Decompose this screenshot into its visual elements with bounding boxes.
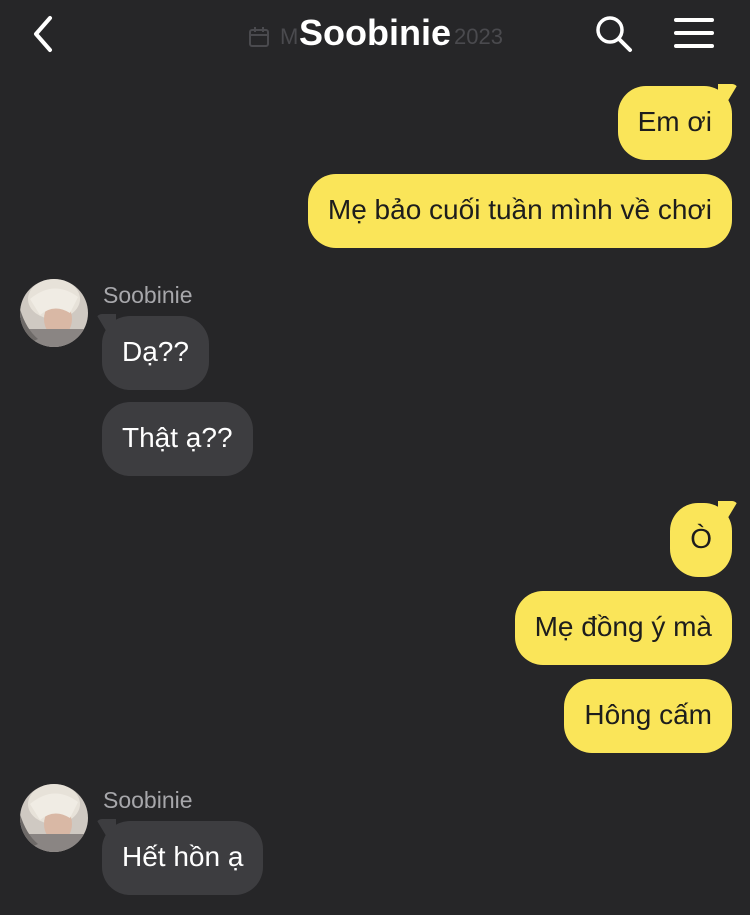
chat-header: M 2023 Soobinie [0, 0, 750, 70]
avatar[interactable] [20, 279, 88, 347]
menu-button[interactable] [672, 16, 716, 50]
chat-title: Soobinie [299, 12, 451, 53]
search-icon [596, 16, 632, 52]
sender-name: Soobinie [103, 787, 193, 813]
search-button[interactable] [594, 14, 634, 54]
menu-icon [674, 18, 714, 48]
avatar-image [20, 279, 88, 347]
avatar[interactable] [20, 784, 88, 852]
avatar-image [20, 784, 88, 852]
message-bubble-outgoing[interactable]: Hông cấm [564, 679, 732, 753]
message-bubble-outgoing[interactable]: Ò [670, 503, 732, 577]
message-bubble-outgoing[interactable]: Em ơi [617, 86, 732, 160]
message-bubble-incoming[interactable]: Dạ?? [102, 316, 209, 390]
message-bubble-incoming[interactable]: Hết hồn ạ [102, 821, 264, 895]
message-bubble-outgoing[interactable]: Mẹ đồng ý mà [514, 591, 732, 665]
sender-name: Soobinie [103, 282, 193, 308]
message-bubble-outgoing[interactable]: Mẹ bảo cuối tuần mình về chơi [307, 174, 732, 248]
message-bubble-incoming[interactable]: Thật ạ?? [102, 402, 253, 476]
